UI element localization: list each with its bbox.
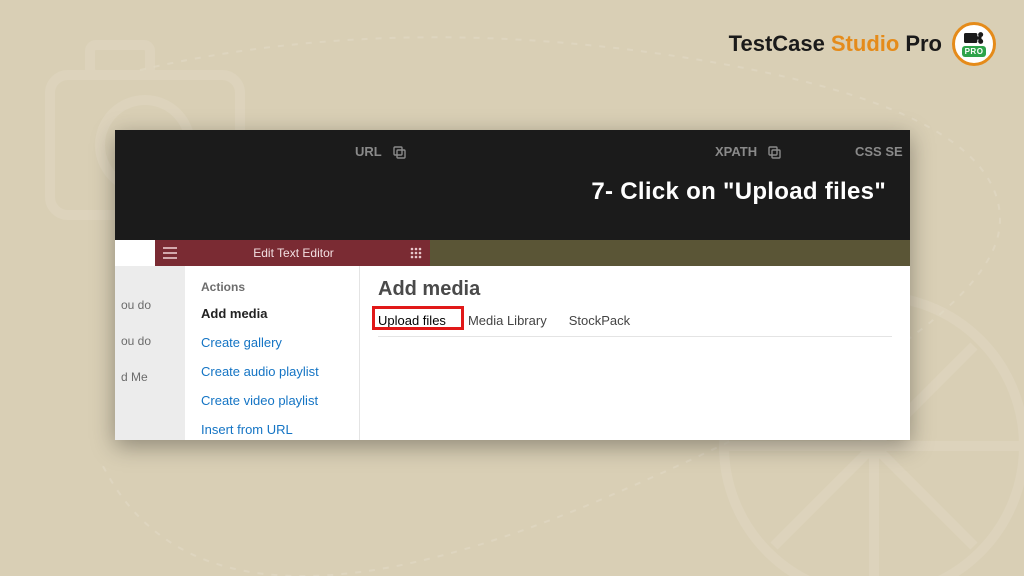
hamburger-icon[interactable] — [163, 247, 177, 259]
grid-icon[interactable] — [410, 247, 422, 259]
olive-bar — [430, 240, 910, 266]
brand: TestCase Studio Pro PRO — [729, 22, 996, 66]
sidebar-item-insert-from-url[interactable]: Insert from URL — [201, 422, 345, 437]
tab-upload-files[interactable]: Upload files — [378, 313, 446, 328]
brand-word-1: TestCase — [729, 31, 825, 57]
chip-label: URL — [355, 144, 382, 159]
editor-title-bar: Edit Text Editor — [155, 240, 430, 266]
copy-icon — [767, 145, 781, 159]
screenshot-card: URL XPATH CSS SE 7- Click on "Upload fil… — [115, 130, 910, 440]
step-caption: 7- Click on "Upload files" — [591, 178, 886, 206]
brand-word-2: Studio — [831, 31, 899, 57]
peek-text: d Me — [121, 370, 179, 384]
chip-label: CSS SE — [855, 144, 903, 159]
tab-media-library[interactable]: Media Library — [468, 313, 547, 328]
modal-title: Add media — [378, 278, 892, 301]
tab-stockpack[interactable]: StockPack — [569, 313, 630, 328]
card-dark-header: URL XPATH CSS SE 7- Click on "Upload fil… — [115, 130, 910, 240]
sidebar-item-add-media[interactable]: Add media — [201, 306, 345, 321]
selector-toolbar: URL XPATH CSS SE — [115, 144, 910, 176]
add-media-modal: Actions Add media Create gallery Create … — [185, 266, 910, 440]
sidebar-item-create-audio[interactable]: Create audio playlist — [201, 364, 345, 379]
selector-chip-url[interactable]: URL — [355, 144, 406, 159]
brand-text: TestCase Studio Pro — [729, 31, 942, 57]
sidebar-item-create-video[interactable]: Create video playlist — [201, 393, 345, 408]
sidebar-item-create-gallery[interactable]: Create gallery — [201, 335, 345, 350]
chip-label: XPATH — [715, 144, 757, 159]
copy-icon — [392, 145, 406, 159]
brand-logo-icon: PRO — [952, 22, 996, 66]
sidebar-heading: Actions — [201, 280, 345, 294]
editor-bar-title: Edit Text Editor — [177, 246, 410, 260]
peek-text: ou do — [121, 298, 179, 312]
selector-chip-xpath[interactable]: XPATH — [715, 144, 781, 159]
modal-tabs: Upload files Media Library StockPack — [378, 313, 892, 337]
modal-main: Add media Upload files Media Library Sto… — [360, 266, 910, 440]
modal-sidebar: Actions Add media Create gallery Create … — [185, 266, 360, 440]
brand-word-3: Pro — [905, 31, 942, 57]
selector-chip-css[interactable]: CSS SE — [855, 144, 903, 159]
brand-pro-badge: PRO — [962, 46, 987, 57]
background-page-peek: ou do ou do d Me — [115, 266, 185, 440]
peek-text: ou do — [121, 334, 179, 348]
